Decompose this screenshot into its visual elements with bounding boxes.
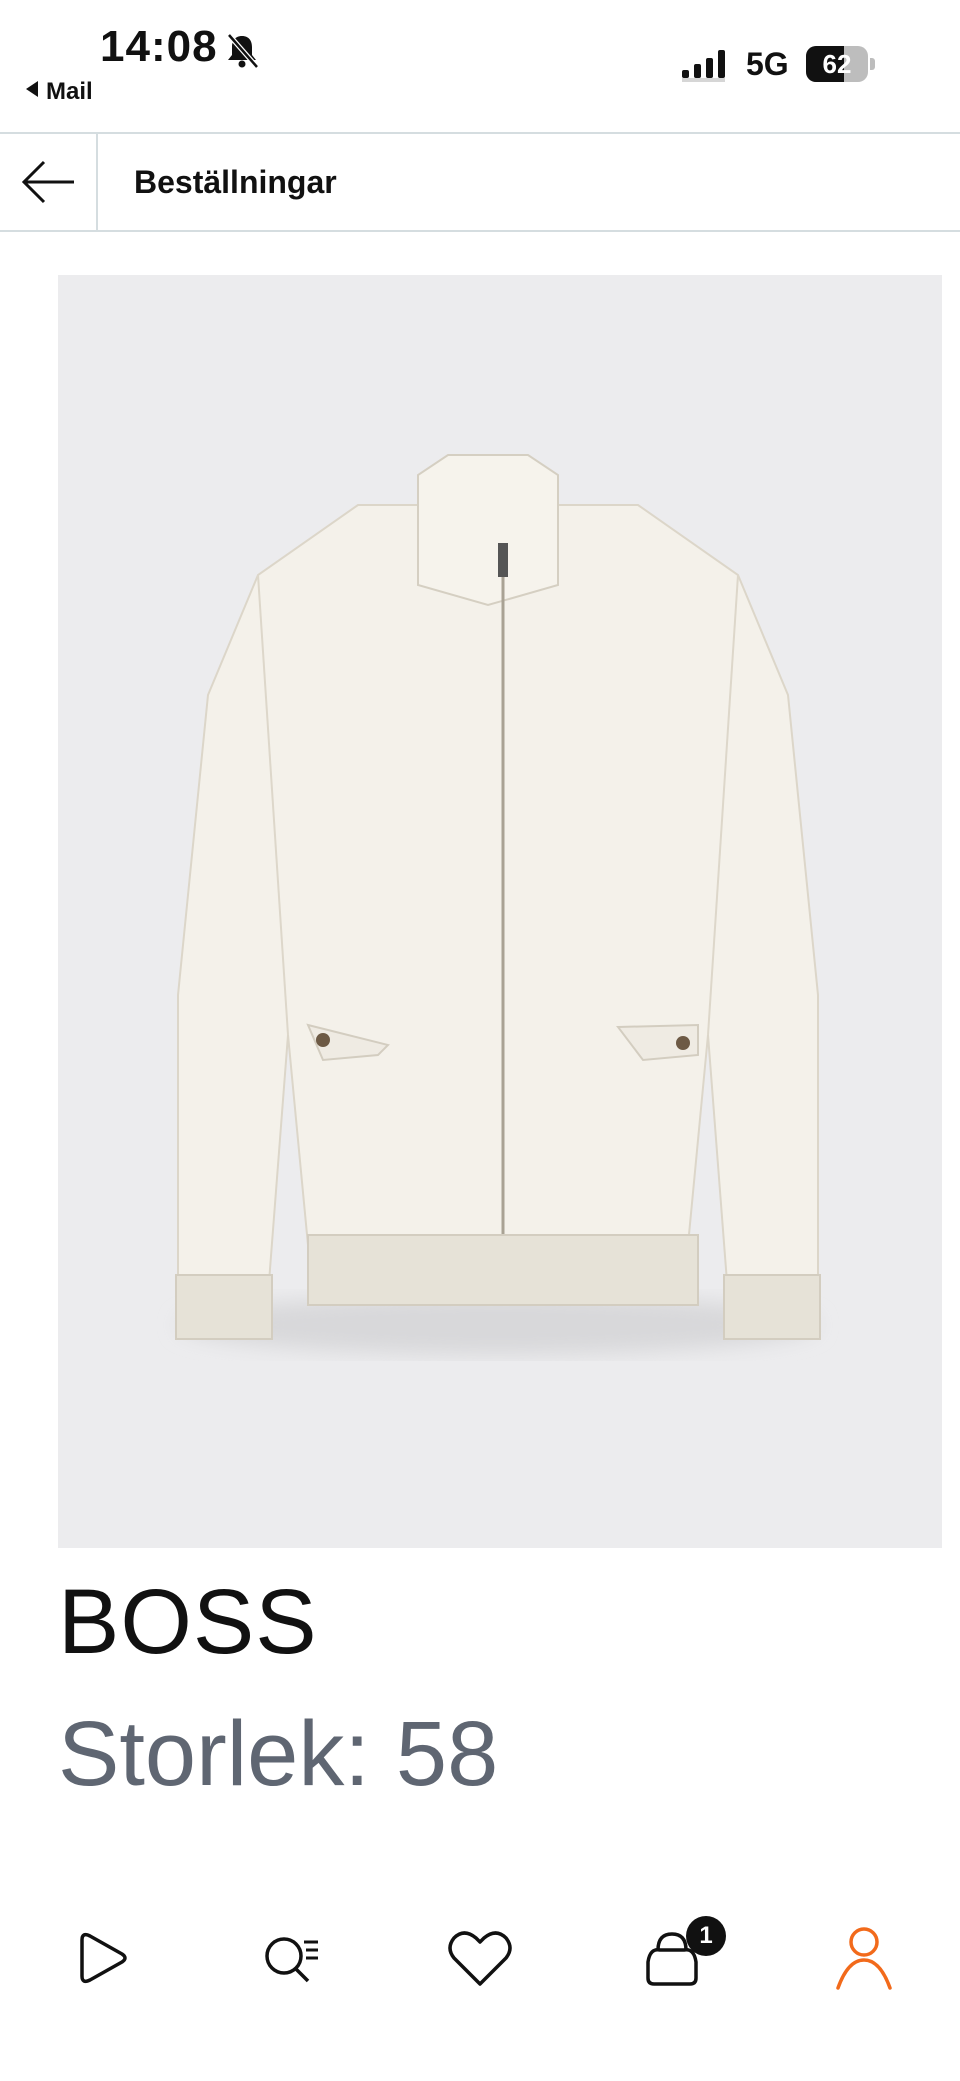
size-value: 58	[395, 1703, 499, 1805]
product-brand: BOSS	[58, 1571, 318, 1673]
battery-level: 62	[822, 49, 852, 79]
nav-bag[interactable]: 1	[632, 1916, 726, 1998]
status-bar: 14:08 Mail 5G 62	[0, 0, 960, 132]
jacket-image	[175, 454, 821, 1355]
arrow-left-icon	[21, 160, 74, 204]
product-size: Storlek: 58	[58, 1702, 498, 1807]
cart-badge: 1	[686, 1916, 726, 1956]
play-icon	[80, 1932, 127, 1984]
back-triangle-icon	[26, 81, 38, 97]
status-time: 14:08	[100, 22, 218, 71]
page-title: Beställningar	[134, 164, 337, 200]
profile-icon	[836, 1927, 892, 1990]
signal-icon	[682, 50, 725, 82]
product-image[interactable]	[58, 275, 942, 1548]
nav-play[interactable]	[62, 1918, 142, 1998]
network-type: 5G	[746, 46, 789, 82]
nav-profile[interactable]	[824, 1918, 904, 1998]
back-app-label: Mail	[46, 78, 93, 105]
back-to-app-link[interactable]: Mail	[26, 78, 93, 106]
search-list-icon	[265, 1937, 318, 1983]
size-label: Storlek:	[58, 1703, 370, 1805]
bottom-nav: 1	[0, 1878, 960, 2081]
bell-muted-icon	[227, 33, 259, 69]
nav-favorites[interactable]	[440, 1918, 520, 1998]
nav-search[interactable]	[252, 1918, 332, 1998]
heart-icon	[448, 1931, 512, 1986]
page-header: Beställningar	[0, 132, 960, 232]
battery-icon: 62	[806, 46, 875, 82]
back-button[interactable]	[0, 134, 98, 230]
